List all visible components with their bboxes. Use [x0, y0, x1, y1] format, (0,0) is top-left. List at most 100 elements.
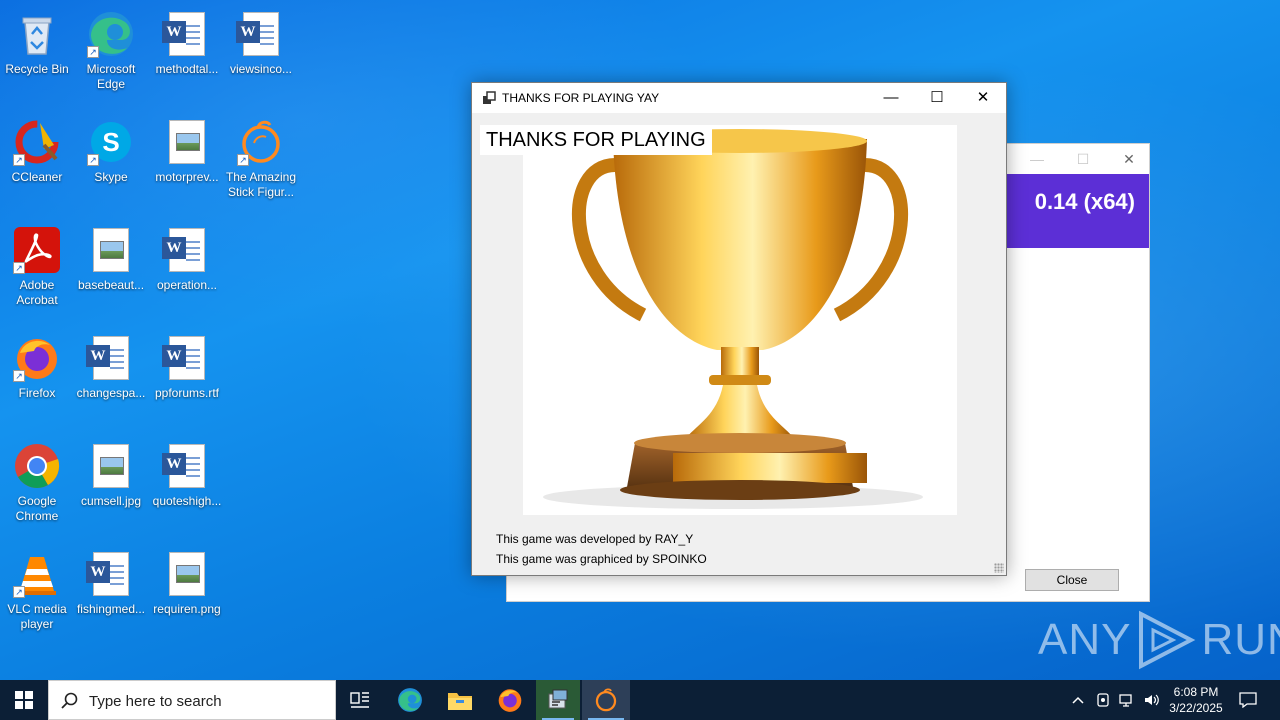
- titlebar[interactable]: THANKS FOR PLAYING YAY — ☐ ✕: [472, 83, 1006, 113]
- desktop-icon-adobe-acrobat[interactable]: ↗ Adobe Acrobat: [0, 220, 76, 324]
- word-document-icon: W: [86, 550, 135, 598]
- desktop-icon-google-chrome[interactable]: Google Chrome: [0, 436, 76, 540]
- maximize-button[interactable]: ☐: [914, 83, 960, 113]
- image-file-icon: [163, 118, 211, 166]
- close-window-button[interactable]: ✕: [1106, 144, 1152, 174]
- desktop-icon-label: cumsell.jpg: [80, 494, 142, 508]
- graphics-credit: This game was graphiced by SPOINKO: [496, 552, 707, 566]
- desktop-icon-firefox[interactable]: ↗ Firefox: [0, 328, 76, 432]
- play-logo-icon: [1139, 610, 1196, 670]
- desktop-icon-viewsinco[interactable]: W viewsinco...: [222, 4, 300, 108]
- shortcut-arrow-icon: ↗: [13, 262, 25, 274]
- desktop-icon-label: VLC media player: [7, 602, 67, 631]
- watermark-text-right: RUN: [1201, 615, 1280, 664]
- desktop-icon-microsoft-edge[interactable]: ↗ Microsoft Edge: [72, 4, 150, 108]
- taskbar-game-app[interactable]: [582, 680, 630, 720]
- desktop-icon-amazing-stick-figure[interactable]: ↗ The Amazing Stick Figur...: [222, 112, 300, 216]
- word-document-icon: W: [162, 442, 211, 490]
- desktop-icon-vlc[interactable]: ↗ VLC media player: [0, 544, 76, 648]
- chevron-up-icon: [1072, 696, 1084, 704]
- resize-grip[interactable]: [994, 563, 1004, 573]
- svg-text:S: S: [102, 127, 119, 157]
- network-icon: [1119, 694, 1132, 707]
- show-hidden-icons-button[interactable]: [1066, 680, 1090, 720]
- desktop-icon-label: Adobe Acrobat: [16, 278, 58, 307]
- tray-network-button[interactable]: [1116, 680, 1138, 720]
- task-view-button[interactable]: [336, 680, 384, 720]
- thanks-heading: THANKS FOR PLAYING: [480, 125, 712, 155]
- desktop-icon-label: CCleaner: [11, 170, 63, 184]
- search-icon: [61, 692, 78, 709]
- clock-time: 6:08 PM: [1173, 685, 1219, 699]
- tray-device-button[interactable]: [1092, 680, 1114, 720]
- taskbar-edge[interactable]: [386, 680, 434, 720]
- image-file-icon: [87, 226, 135, 274]
- desktop-icon-label: motorprev...: [155, 170, 219, 184]
- close-window-button[interactable]: ✕: [960, 83, 1006, 113]
- word-document-icon: W: [162, 226, 211, 274]
- trophy-icon: [543, 129, 923, 509]
- shortcut-arrow-icon: ↗: [13, 370, 25, 382]
- shortcut-arrow-icon: ↗: [87, 46, 99, 58]
- desktop-icon-fishingmed[interactable]: W fishingmed...: [72, 544, 150, 648]
- desktop-icon-motorprev[interactable]: motorprev...: [148, 112, 226, 216]
- start-button[interactable]: [0, 680, 48, 720]
- desktop-icon-cumsell[interactable]: cumsell.jpg: [72, 436, 150, 540]
- windows-logo-icon: [15, 691, 33, 709]
- minimize-button[interactable]: —: [1014, 144, 1060, 174]
- notification-icon: [1239, 692, 1257, 708]
- volume-icon: [1145, 694, 1159, 706]
- desktop-icon-label: methodtal...: [155, 62, 219, 76]
- desktop-icon-label: changespa...: [76, 386, 146, 400]
- desktop-icon-skype[interactable]: S ↗ Skype: [72, 112, 150, 216]
- minimize-button[interactable]: —: [868, 83, 914, 113]
- desktop-icon-quoteshigh[interactable]: W quoteshigh...: [148, 436, 226, 540]
- desktop-icon-recycle-bin[interactable]: Recycle Bin: [0, 4, 76, 108]
- desktop-icon-label: operation...: [156, 278, 218, 292]
- close-button[interactable]: Close: [1025, 569, 1119, 591]
- desktop-icon-label: Firefox: [18, 386, 56, 400]
- taskbar-firefox[interactable]: [486, 680, 534, 720]
- desktop-icon-requiren[interactable]: requiren.png: [148, 544, 226, 648]
- desktop-icon-label: The Amazing Stick Figur...: [225, 170, 297, 199]
- desktop-icon-operation[interactable]: W operation...: [148, 220, 226, 324]
- shortcut-arrow-icon: ↗: [13, 154, 25, 166]
- clock[interactable]: 6:08 PM 3/22/2025: [1164, 680, 1228, 720]
- acrobat-icon: ↗: [13, 226, 61, 274]
- ccleaner-icon: ↗: [13, 118, 61, 166]
- vlc-icon: ↗: [13, 550, 61, 598]
- taskbar-search-box[interactable]: Type here to search: [48, 680, 336, 720]
- desktop-icon-methodtal[interactable]: W methodtal...: [148, 4, 226, 108]
- device-icon: [1097, 693, 1109, 707]
- word-document-icon: W: [162, 334, 211, 382]
- banner-title: 0.14 (x64): [1034, 189, 1135, 214]
- task-view-icon: [350, 692, 369, 708]
- word-document-icon: W: [162, 10, 211, 58]
- desktop-icon-label: quoteshigh...: [152, 494, 222, 508]
- developer-credit: This game was developed by RAY_Y: [496, 532, 694, 546]
- installer-app-icon: [548, 689, 568, 709]
- orange-app-icon: ↗: [237, 118, 285, 166]
- tray-volume-button[interactable]: [1140, 680, 1162, 720]
- desktop-icon-label: viewsinco...: [229, 62, 293, 76]
- word-document-icon: W: [236, 10, 285, 58]
- clock-date: 3/22/2025: [1169, 701, 1223, 715]
- edge-icon: [398, 688, 422, 712]
- watermark-text-left: ANY: [1038, 615, 1132, 664]
- desktop-icon-changespa[interactable]: W changespa...: [72, 328, 150, 432]
- desktop-icon-label: Recycle Bin: [5, 62, 69, 76]
- orange-app-icon: [595, 688, 617, 712]
- notifications-button[interactable]: [1230, 680, 1266, 720]
- file-explorer-icon: [448, 693, 472, 710]
- recycle-bin-icon: [13, 10, 61, 58]
- taskbar-file-explorer[interactable]: [436, 680, 484, 720]
- shortcut-arrow-icon: ↗: [237, 154, 249, 166]
- thanks-window[interactable]: THANKS FOR PLAYING YAY — ☐ ✕ THANKS FOR …: [471, 82, 1007, 576]
- maximize-button[interactable]: ☐: [1060, 144, 1106, 174]
- desktop-icon-ccleaner[interactable]: ↗ CCleaner: [0, 112, 76, 216]
- word-document-icon: W: [86, 334, 135, 382]
- taskbar-installer-app[interactable]: [536, 680, 580, 720]
- desktop-icon-ppforums[interactable]: W ppforums.rtf: [148, 328, 226, 432]
- shortcut-arrow-icon: ↗: [13, 586, 25, 598]
- desktop-icon-basebeaut[interactable]: basebeaut...: [72, 220, 150, 324]
